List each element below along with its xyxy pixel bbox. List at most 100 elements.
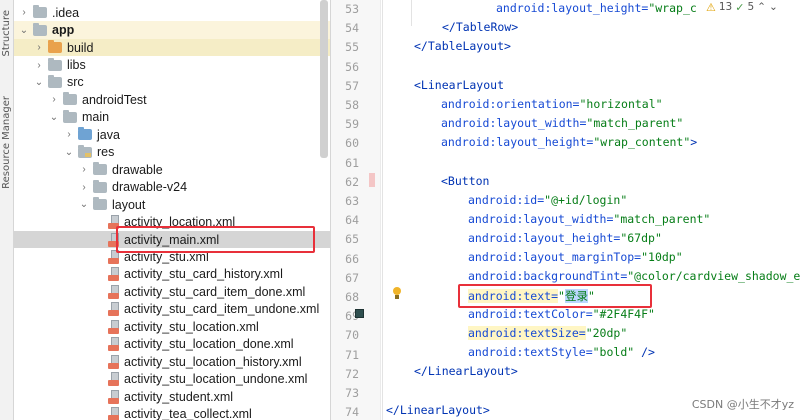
folder-icon: [48, 57, 62, 71]
tree-item[interactable]: › drawable-v24: [14, 179, 330, 196]
tree-item[interactable]: › androidTest: [14, 91, 330, 108]
line-number: 56: [345, 59, 359, 74]
line-number: 62: [345, 174, 359, 189]
tree-item[interactable]: ⌄ res: [14, 144, 330, 161]
tree-scrollbar[interactable]: [320, 0, 328, 158]
editor-gutter: 53 54 55 56 57 58 59 60 61 62 63 64 65 66 67 68 69 70 71 72…: [331, 0, 381, 420]
tree-item[interactable]: ⌄ layout: [14, 196, 330, 213]
project-tree: › .idea ⌄ app › build › libs ⌄ src › androidTest ⌄ ma…: [14, 0, 330, 420]
code-line-62: <Button: [441, 174, 490, 188]
xml-file-icon: [108, 407, 119, 420]
color-swatch-icon[interactable]: [355, 309, 364, 318]
chevron-right-icon[interactable]: ›: [78, 164, 90, 175]
folder-icon: [33, 22, 47, 36]
line-number: 66: [345, 251, 359, 266]
chevron-right-icon[interactable]: ›: [48, 94, 60, 105]
weak-warning-count: 5: [747, 1, 755, 13]
folder-icon: [63, 109, 77, 123]
tree-item-label: res: [97, 145, 115, 160]
folder-icon: [33, 5, 47, 19]
line-number: 60: [345, 136, 359, 151]
folder-icon: [93, 179, 107, 193]
line-number: 68: [345, 290, 359, 304]
tree-item[interactable]: activity_student.xml: [14, 388, 330, 405]
tree-item-label: java: [97, 127, 120, 142]
code-line-72: </LinearLayout>: [414, 364, 518, 378]
line-number: 70: [345, 328, 359, 343]
folder-icon: [78, 127, 92, 141]
tree-item-label: libs: [67, 58, 86, 73]
lightbulb-icon[interactable]: [392, 287, 402, 300]
tree-item-label: .idea: [52, 5, 80, 20]
xml-file-icon: [108, 319, 119, 334]
code-line-70: android:textSize="20dp": [468, 326, 628, 340]
chevron-right-icon[interactable]: ›: [18, 7, 30, 18]
tree-item[interactable]: activity_stu_location_history.xml: [14, 353, 330, 370]
line-number: 54: [345, 21, 359, 36]
xml-file-icon: [108, 302, 119, 317]
tree-item[interactable]: activity_stu_location_undone.xml: [14, 370, 330, 387]
chevron-down-icon[interactable]: ⌄: [78, 199, 90, 210]
check-icon: ✓: [735, 0, 745, 14]
xml-file-icon: [108, 389, 119, 404]
tree-item[interactable]: ⌄ src: [14, 74, 330, 91]
tree-item[interactable]: ⌄ main: [14, 109, 330, 126]
tree-item[interactable]: › drawable: [14, 161, 330, 178]
code-line-59: android:layout_width="match_parent": [441, 116, 684, 130]
code-line-55: </TableLayout>: [414, 39, 511, 53]
code-line-67: android:backgroundTint="@color/cardview_…: [468, 269, 800, 283]
xml-file-icon: [108, 337, 119, 352]
folder-icon: [63, 92, 77, 106]
tree-item[interactable]: activity_tea_collect.xml: [14, 405, 330, 420]
line-number: 57: [345, 78, 359, 93]
line-number: 63: [345, 194, 359, 208]
code-line-65: android:layout_height="67dp": [468, 231, 662, 245]
structure-tab[interactable]: Structure: [1, 10, 12, 57]
chevron-right-icon[interactable]: ›: [33, 60, 45, 71]
tree-item-label: activity_stu_location_undone.xml: [124, 372, 308, 387]
tree-item-label: activity_stu_location.xml: [124, 319, 259, 334]
code-line-64: android:layout_width="match_parent": [468, 212, 711, 226]
tree-item-label: activity_tea_collect.xml: [124, 407, 252, 420]
inspection-widget[interactable]: ⚠ 13 ✓ 5 ⌃ ⌄: [704, 0, 778, 14]
tree-item-label: app: [52, 23, 75, 38]
line-number: 65: [345, 232, 359, 247]
folder-icon: [48, 74, 62, 88]
code-line-60: android:layout_height="wrap_content">: [441, 135, 698, 149]
xml-file-icon: [108, 267, 119, 282]
tree-item[interactable]: activity_stu_card_history.xml: [14, 266, 330, 283]
line-number: 59: [345, 117, 359, 132]
tree-item-label: activity_stu_card_item_done.xml: [124, 284, 306, 299]
tree-item[interactable]: › java: [14, 126, 330, 143]
line-number: 73: [345, 386, 359, 400]
chevron-down-icon[interactable]: ⌄: [48, 112, 60, 123]
chevron-down-icon[interactable]: ⌄: [33, 77, 45, 88]
tree-item[interactable]: activity_stu_location.xml: [14, 318, 330, 335]
tree-item[interactable]: activity_stu_card_item_done.xml: [14, 283, 330, 300]
xml-file-icon: [108, 354, 119, 369]
tree-item[interactable]: ⌄ app: [14, 21, 330, 39]
code-line-63: android:id="@+id/login": [468, 193, 628, 207]
tree-item-label: activity_stu_card_history.xml: [124, 267, 283, 282]
fold-marker[interactable]: [369, 173, 375, 187]
chevron-right-icon[interactable]: ›: [78, 182, 90, 193]
tree-item[interactable]: › libs: [14, 56, 330, 73]
line-number: 58: [345, 98, 359, 112]
tree-item[interactable]: activity_stu_card_item_undone.xml: [14, 301, 330, 318]
arrow-down-icon[interactable]: ⌄: [769, 1, 778, 13]
resource-manager-tab[interactable]: Resource Manager: [1, 96, 12, 189]
line-number: 71: [345, 347, 359, 362]
code-line-69: android:textColor="#2F4F4F": [468, 307, 655, 321]
chevron-down-icon[interactable]: ⌄: [63, 147, 75, 158]
line-number: 64: [345, 213, 359, 228]
arrow-up-icon[interactable]: ⌃: [757, 1, 766, 13]
chevron-down-icon[interactable]: ⌄: [18, 25, 30, 36]
tree-item-label: activity_student.xml: [124, 389, 234, 404]
code-line-74: </LinearLayout>: [386, 403, 490, 417]
tree-item-label: build: [67, 40, 94, 55]
tree-item[interactable]: activity_stu_location_done.xml: [14, 336, 330, 353]
tree-item[interactable]: › .idea: [14, 4, 330, 21]
chevron-right-icon[interactable]: ›: [33, 42, 45, 53]
tree-item[interactable]: › build: [14, 38, 330, 57]
chevron-right-icon[interactable]: ›: [63, 129, 75, 140]
